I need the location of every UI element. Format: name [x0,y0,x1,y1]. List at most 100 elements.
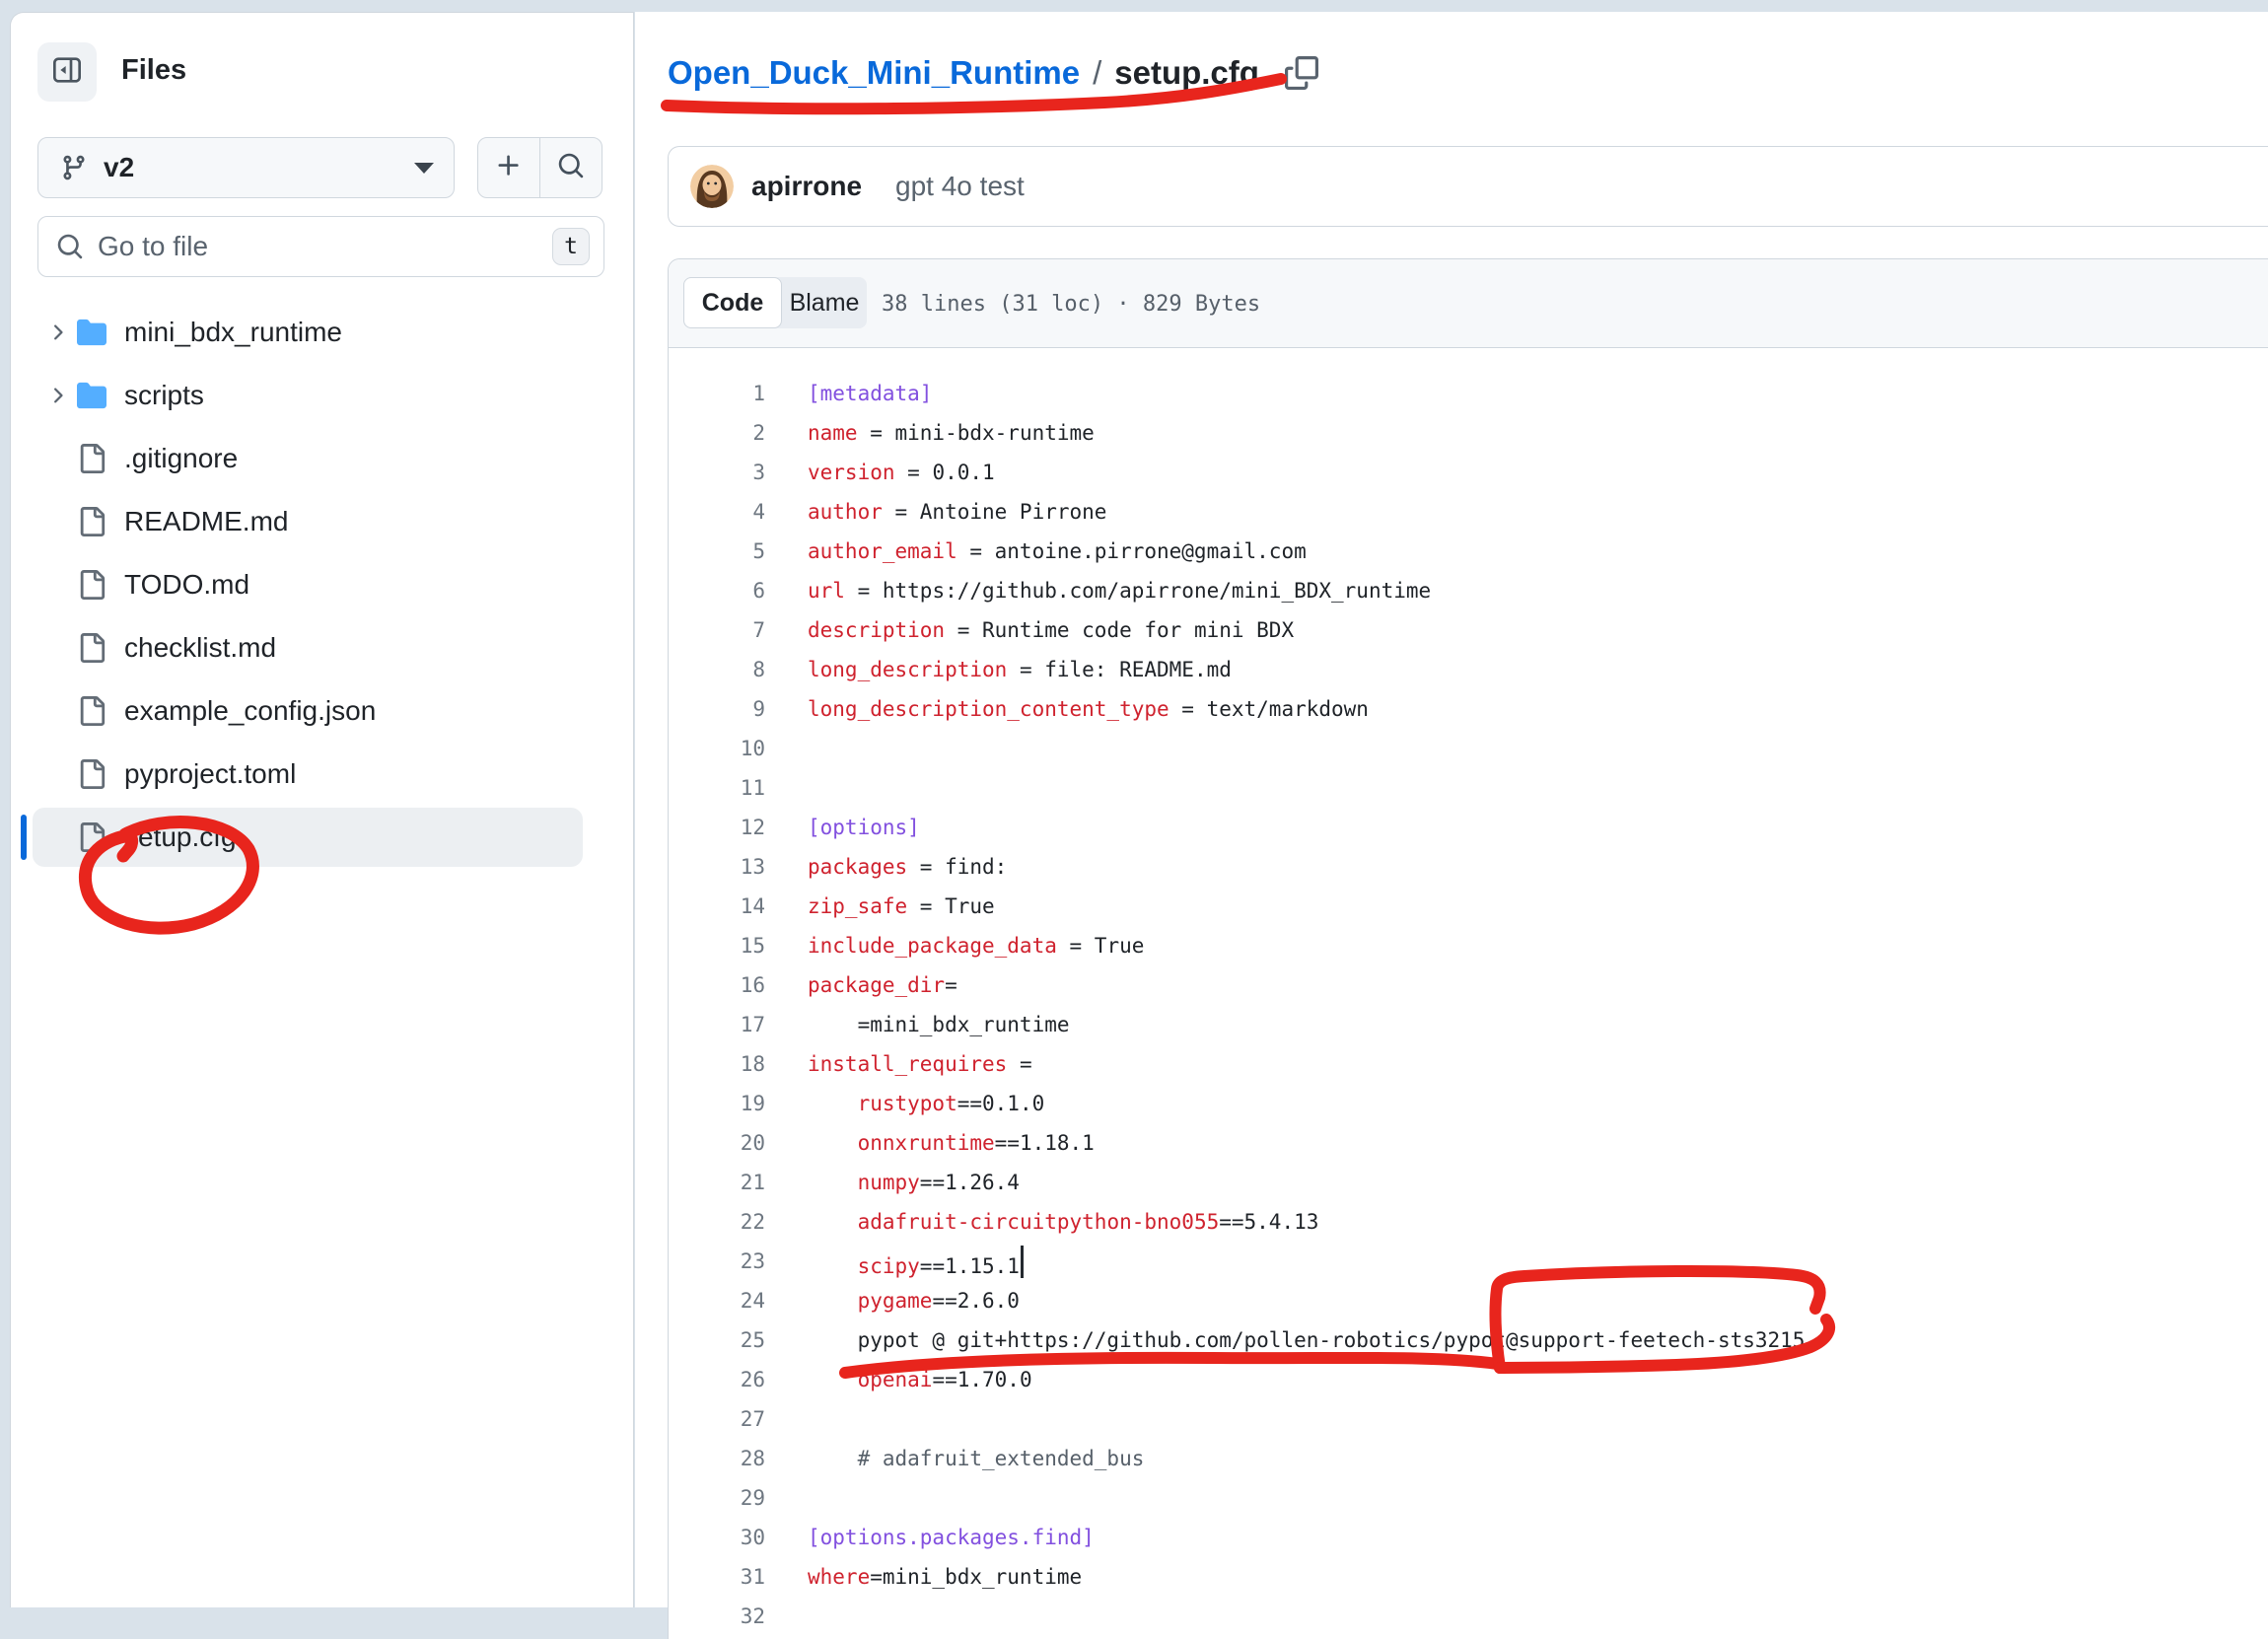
copy-icon [1285,56,1318,90]
code-line-text: # adafruit_extended_bus [808,1447,1144,1470]
line-number[interactable]: 20 [669,1131,765,1155]
file-icon [77,570,106,600]
line-number[interactable]: 31 [669,1565,765,1589]
line-number[interactable]: 7 [669,618,765,642]
line-number[interactable]: 10 [669,737,765,760]
code-line: 6 url = https://github.com/apirrone/mini… [669,571,2268,610]
tree-item-README.md[interactable]: README.md [33,492,583,551]
line-number[interactable]: 9 [669,697,765,721]
tree-item-checklist.md[interactable]: checklist.md [33,618,583,677]
code-line: 19 rustypot==0.1.0 [669,1084,2268,1123]
line-number[interactable]: 18 [669,1052,765,1076]
code-line: 18 install_requires = [669,1044,2268,1084]
tree-item-pyproject.toml[interactable]: pyproject.toml [33,745,583,804]
code-line: 28 # adafruit_extended_bus [669,1439,2268,1478]
tree-item-.gitignore[interactable]: .gitignore [33,429,583,488]
line-number[interactable]: 30 [669,1526,765,1549]
code-line-text: version = 0.0.1 [808,461,995,484]
plus-icon [495,152,523,184]
line-number[interactable]: 17 [669,1013,765,1036]
chevron-right-icon[interactable] [45,321,69,344]
line-number[interactable]: 6 [669,579,765,603]
chevron-right-icon[interactable] [45,384,69,407]
file-icon [77,444,106,473]
line-number[interactable]: 5 [669,539,765,563]
code-lines: 1 [metadata] 2 name = mini-bdx-runtime 3… [669,348,2268,1636]
chevron-down-icon [414,163,434,174]
commit-author[interactable]: apirrone [751,171,862,202]
code-line-text: include_package_data = True [808,934,1144,958]
code-line-text: [options] [808,816,920,839]
code-line-text: zip_safe = True [808,894,995,918]
search-tree-button[interactable] [539,138,602,197]
files-sidebar: Files v2 [10,12,634,1607]
breadcrumb-separator: / [1093,54,1101,92]
code-line: 21 numpy==1.26.4 [669,1163,2268,1202]
file-header: Code Blame 38 lines (31 loc) · 829 Bytes [669,259,2268,348]
selected-file-indicator [21,815,27,860]
breadcrumb-repo-link[interactable]: Open_Duck_Mini_Runtime [668,54,1080,92]
code-line: 31 where=mini_bdx_runtime [669,1557,2268,1597]
go-to-file-input[interactable]: Go to file t [37,216,604,277]
line-number[interactable]: 29 [669,1486,765,1510]
line-number[interactable]: 19 [669,1092,765,1115]
tree-item-label: scripts [124,380,204,411]
copy-path-button[interactable] [1285,56,1318,90]
git-branch-icon [60,154,88,181]
line-number[interactable]: 13 [669,855,765,879]
code-line: 24 pygame==2.6.0 [669,1281,2268,1320]
line-number[interactable]: 23 [669,1249,765,1273]
folder-icon [77,381,106,410]
collapse-sidebar-button[interactable] [37,42,97,102]
tree-item-scripts[interactable]: scripts [33,366,583,425]
code-line: 2 name = mini-bdx-runtime [669,413,2268,453]
line-number[interactable]: 22 [669,1210,765,1234]
avatar[interactable] [690,165,734,208]
line-number[interactable]: 24 [669,1289,765,1313]
tree-item-mini_bdx_runtime[interactable]: mini_bdx_runtime [33,303,583,362]
breadcrumb-file-name: setup.cfg [1114,54,1259,92]
line-number[interactable]: 25 [669,1328,765,1352]
search-icon [56,233,84,260]
line-number[interactable]: 26 [669,1368,765,1391]
code-line: 3 version = 0.0.1 [669,453,2268,492]
line-number[interactable]: 11 [669,776,765,800]
code-line: 7 description = Runtime code for mini BD… [669,610,2268,650]
line-number[interactable]: 14 [669,894,765,918]
tree-item-setup.cfg[interactable]: setup.cfg [33,808,583,867]
line-number[interactable]: 27 [669,1407,765,1431]
code-line-text: packages = find: [808,855,1007,879]
code-line: 17 =mini_bdx_runtime [669,1005,2268,1044]
line-number[interactable]: 3 [669,461,765,484]
tree-item-label: setup.cfg [124,821,237,853]
line-number[interactable]: 1 [669,382,765,405]
line-number[interactable]: 4 [669,500,765,524]
line-number[interactable]: 12 [669,816,765,839]
file-meta-info: 38 lines (31 loc) · 829 Bytes [882,259,1260,348]
tree-item-TODO.md[interactable]: TODO.md [33,555,583,614]
sidebar-actions [477,137,602,198]
code-line-text: onnxruntime==1.18.1 [808,1131,1095,1155]
line-number[interactable]: 32 [669,1604,765,1628]
file-content-card: Code Blame 38 lines (31 loc) · 829 Bytes… [668,258,2268,1639]
add-file-button[interactable] [478,138,539,197]
tree-item-label: pyproject.toml [124,758,296,790]
commit-message[interactable]: gpt 4o test [895,171,1025,202]
line-number[interactable]: 21 [669,1171,765,1194]
code-blame-switch: Code Blame [683,277,867,328]
code-line: 14 zip_safe = True [669,887,2268,926]
branch-selector[interactable]: v2 [37,137,455,198]
tab-code[interactable]: Code [683,277,782,328]
code-line-text: openai==1.70.0 [808,1368,1032,1391]
line-number[interactable]: 28 [669,1447,765,1470]
code-line-text: pypot @ git+https://github.com/pollen-ro… [808,1328,1805,1352]
line-number[interactable]: 2 [669,421,765,445]
line-number[interactable]: 16 [669,973,765,997]
tab-blame[interactable]: Blame [782,277,867,328]
code-line: 22 adafruit-circuitpython-bno055==5.4.13 [669,1202,2268,1242]
code-line: 13 packages = find: [669,847,2268,887]
tree-item-example_config.json[interactable]: example_config.json [33,681,583,741]
code-line-text: [options.packages.find] [808,1526,1095,1549]
line-number[interactable]: 15 [669,934,765,958]
line-number[interactable]: 8 [669,658,765,681]
